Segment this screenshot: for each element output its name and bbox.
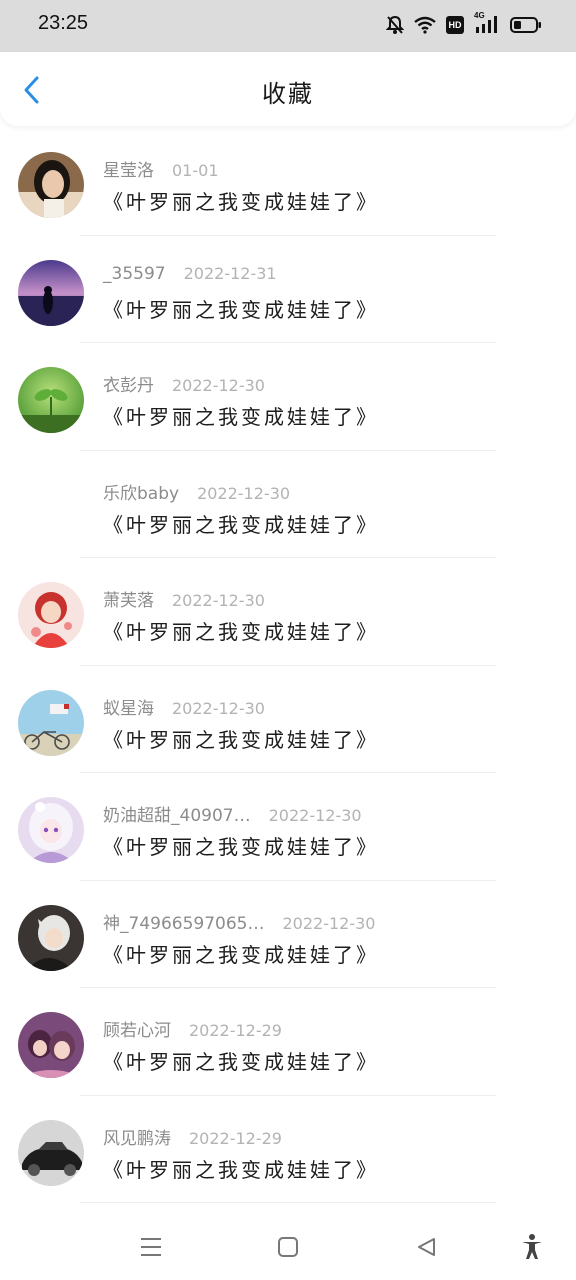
- menu-button[interactable]: [136, 1232, 166, 1262]
- avatar[interactable]: [18, 367, 84, 433]
- home-button[interactable]: [273, 1232, 303, 1262]
- item-date: 2022-12-31: [183, 263, 277, 283]
- home-square-icon: [278, 1237, 298, 1257]
- item-date: 2022-12-30: [172, 698, 265, 718]
- list-item[interactable]: 风见鹏涛 2022-12-29 《叶罗丽之我变成娃娃了》: [0, 1096, 576, 1204]
- avatar[interactable]: [18, 1012, 84, 1078]
- item-meta: _35597 2022-12-31: [103, 264, 277, 284]
- avatar[interactable]: [18, 152, 84, 218]
- accessibility-icon: [522, 1234, 542, 1259]
- item-meta: 蚁星海 2022-12-30: [103, 694, 265, 719]
- item-date: 2022-12-30: [172, 376, 265, 395]
- list-item[interactable]: 蚁星海 2022-12-30 《叶罗丽之我变成娃娃了》: [0, 666, 576, 774]
- status-icons: HD 4G: [386, 11, 542, 38]
- status-time: 23:25: [38, 12, 89, 34]
- avatar[interactable]: [18, 797, 84, 863]
- hd-icon: HD: [446, 16, 464, 34]
- list-item[interactable]: 星莹洛 01-01 《叶罗丽之我变成娃娃了》: [0, 128, 576, 236]
- item-date: 2022-12-29: [189, 1128, 282, 1148]
- list-item[interactable]: 萧芙落 2022-12-30 《叶罗丽之我变成娃娃了》: [0, 558, 576, 666]
- list-item[interactable]: 顾若心河 2022-12-29 《叶罗丽之我变成娃娃了》: [0, 988, 576, 1096]
- list-item[interactable]: 乐欣baby 2022-12-30 《叶罗丽之我变成娃娃了》: [0, 451, 576, 559]
- item-date: 2022-12-30: [197, 483, 291, 503]
- story-title[interactable]: 《叶罗丽之我变成娃娃了》: [103, 509, 379, 538]
- item-meta: 奶油超甜_40907… 2022-12-30: [103, 801, 362, 826]
- list-item[interactable]: 衣彭丹 2022-12-30 《叶罗丽之我变成娃娃了》: [0, 343, 576, 451]
- user-name[interactable]: 乐欣baby: [103, 484, 179, 504]
- back-triangle-icon: [418, 1238, 435, 1256]
- status-bar: 23:25 HD 4G: [0, 0, 576, 52]
- favorites-list: 星莹洛 01-01 《叶罗丽之我变成娃娃了》 _35597 2022-12-31 《…: [0, 128, 576, 1203]
- item-meta: 风见鹏涛 2022-12-29: [103, 1124, 282, 1149]
- item-date: 2022-12-29: [189, 1021, 282, 1040]
- avatar[interactable]: [18, 582, 84, 648]
- user-name[interactable]: 神_74966597065…: [103, 914, 264, 934]
- story-title[interactable]: 《叶罗丽之我变成娃娃了》: [103, 401, 379, 430]
- mute-bell-icon: [386, 15, 404, 35]
- item-date: 01-01: [172, 161, 219, 180]
- user-name[interactable]: _35597: [103, 264, 166, 284]
- item-meta: 顾若心河 2022-12-29: [103, 1016, 282, 1041]
- story-title[interactable]: 《叶罗丽之我变成娃娃了》: [103, 724, 379, 753]
- user-name[interactable]: 衣彭丹: [103, 376, 154, 396]
- avatar[interactable]: [18, 904, 84, 971]
- system-nav-bar: [0, 1216, 576, 1280]
- wifi-icon: [414, 16, 436, 34]
- story-title[interactable]: 《叶罗丽之我变成娃娃了》: [103, 1046, 379, 1075]
- user-name[interactable]: 奶油超甜_40907…: [103, 806, 251, 826]
- user-name[interactable]: 萧芙落: [103, 591, 154, 611]
- user-name[interactable]: 蚁星海: [103, 699, 154, 719]
- user-name[interactable]: 顾若心河: [103, 1021, 171, 1041]
- item-meta: 萧芙落 2022-12-30: [103, 586, 265, 611]
- accessibility-button[interactable]: [517, 1232, 547, 1262]
- story-title[interactable]: 《叶罗丽之我变成娃娃了》: [103, 831, 379, 860]
- list-item[interactable]: _35597 2022-12-31 《叶罗丽之我变成娃娃了》: [0, 236, 576, 344]
- item-meta: 衣彭丹 2022-12-30: [103, 371, 265, 396]
- item-meta: 乐欣baby 2022-12-30: [103, 479, 290, 504]
- avatar[interactable]: [18, 1119, 84, 1186]
- 4g-signal-icon: 4G: [474, 11, 500, 35]
- story-title[interactable]: 《叶罗丽之我变成娃娃了》: [103, 1154, 379, 1183]
- battery-icon: [510, 16, 542, 34]
- item-date: 2022-12-30: [172, 591, 265, 610]
- story-title[interactable]: 《叶罗丽之我变成娃娃了》: [103, 616, 379, 645]
- story-title[interactable]: 《叶罗丽之我变成娃娃了》: [103, 939, 379, 968]
- list-item[interactable]: 神_74966597065… 2022-12-30 《叶罗丽之我变成娃娃了》: [0, 881, 576, 989]
- item-date: 2022-12-30: [282, 913, 376, 933]
- user-name[interactable]: 星莹洛: [103, 161, 154, 181]
- avatar[interactable]: [18, 259, 84, 326]
- avatar[interactable]: [18, 689, 84, 756]
- story-title[interactable]: 《叶罗丽之我变成娃娃了》: [103, 294, 379, 323]
- story-title[interactable]: 《叶罗丽之我变成娃娃了》: [103, 186, 379, 215]
- back-nav-button[interactable]: [411, 1232, 441, 1262]
- item-meta: 神_74966597065… 2022-12-30: [103, 909, 375, 934]
- menu-icon: [141, 1238, 161, 1256]
- page-title: 收藏: [262, 80, 314, 108]
- item-meta: 星莹洛 01-01: [103, 156, 219, 181]
- network-label: 4G: [474, 11, 485, 20]
- list-item[interactable]: 奶油超甜_40907… 2022-12-30 《叶罗丽之我变成娃娃了》: [0, 773, 576, 881]
- item-date: 2022-12-30: [268, 806, 362, 825]
- user-name[interactable]: 风见鹏涛: [103, 1129, 171, 1149]
- app-header: 收藏: [0, 52, 576, 126]
